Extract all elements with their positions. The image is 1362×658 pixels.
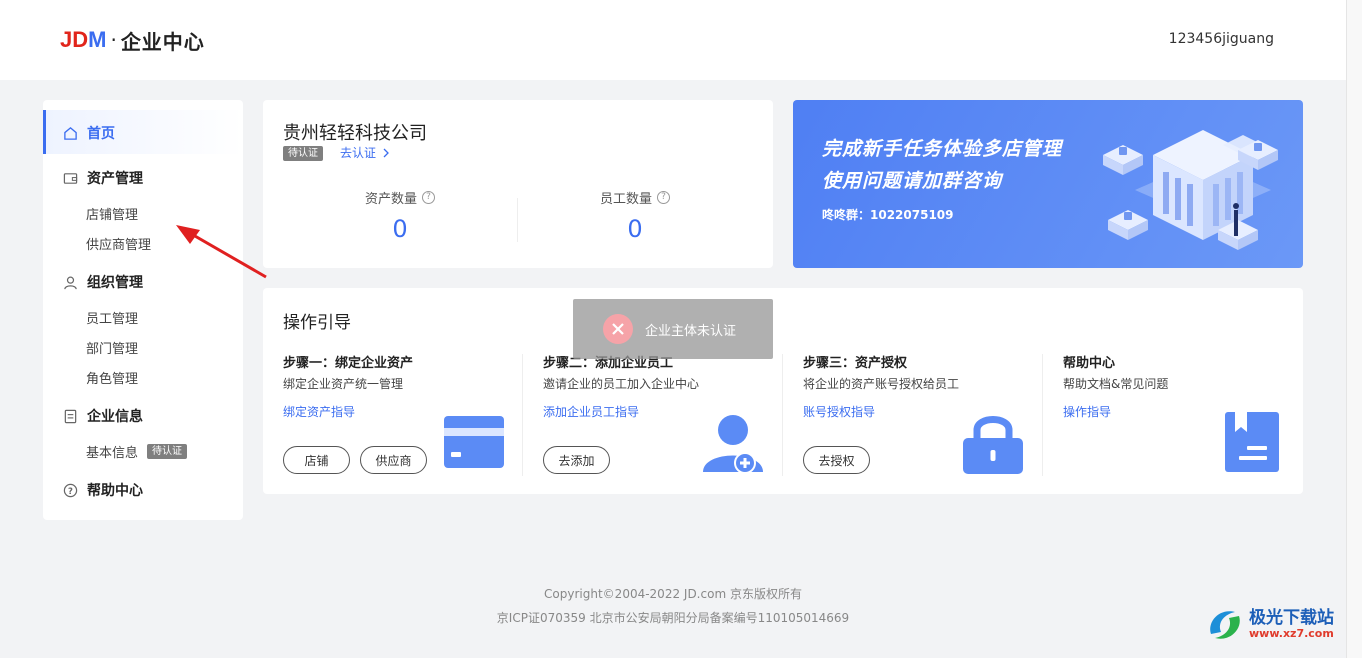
question-icon[interactable]: ? [657, 191, 670, 204]
employee-count-value[interactable]: 0 [535, 215, 735, 243]
company-card: 贵州轻轻科技公司 待认证 去认证 资产数量 ? 0 员工数量 ? 0 [263, 100, 773, 268]
step-title: 步骤三：资产授权 [803, 356, 908, 371]
sidebar-item-department-management[interactable]: 部门管理 [86, 338, 138, 357]
bookmark-book-icon [1225, 412, 1279, 472]
home-icon [63, 126, 78, 141]
logo-jd: JD [60, 27, 89, 52]
pending-verification-badge: 待认证 [147, 444, 188, 459]
sidebar-item-label: 资产管理 [87, 171, 143, 187]
sidebar-active-indicator [43, 110, 46, 154]
company-status-badge: 待认证 [283, 146, 323, 161]
sidebar: 首页 资产管理 店铺管理 供应商管理 组织管理 员工管理 部门管理 角色管理 企… [43, 100, 243, 520]
sidebar-item-label: 组织管理 [87, 275, 143, 291]
account-auth-guide-link[interactable]: 账号授权指导 [803, 403, 875, 420]
asset-count-stat: 资产数量 ? 0 [300, 188, 500, 243]
lock-icon [963, 416, 1023, 474]
add-employee-guide-link[interactable]: 添加企业员工指导 [543, 403, 639, 420]
store-button[interactable]: 店铺 [283, 446, 350, 474]
operation-guide-card: 操作引导 步骤一：绑定企业资产 绑定企业资产统一管理 绑定资产指导 店铺 供应商… [263, 288, 1303, 494]
logo-text: 企业中心 [120, 29, 205, 54]
operation-guide-link[interactable]: 操作指导 [1063, 403, 1111, 420]
authorize-button[interactable]: 去授权 [803, 446, 870, 474]
username[interactable]: 123456jiguang [1169, 31, 1274, 47]
watermark-name: 极光下载站 [1249, 607, 1334, 628]
sidebar-item-asset-management[interactable]: 资产管理 [63, 168, 143, 188]
banner-subheadline: 使用问题请加群咨询 [822, 170, 1003, 192]
guide-step-2: 步骤二：添加企业员工 邀请企业的员工加入企业中心 添加企业员工指导 去添加 [523, 352, 783, 476]
question-icon[interactable]: ? [422, 191, 435, 204]
step-desc: 将企业的资产账号授权给员工 [803, 377, 960, 391]
employee-count-stat: 员工数量 ? 0 [535, 188, 735, 243]
sidebar-item-label: 首页 [87, 126, 115, 142]
page-scrollbar[interactable] [1346, 0, 1362, 658]
guide-step-3: 步骤三：资产授权 将企业的资产账号授权给员工 账号授权指导 去授权 [783, 352, 1043, 476]
user-icon [63, 275, 78, 290]
watermark-logo-icon [1210, 611, 1240, 639]
employee-count-label: 员工数量 [599, 192, 652, 207]
bind-asset-guide-link[interactable]: 绑定资产指导 [283, 403, 355, 420]
credit-card-icon [444, 416, 504, 468]
sidebar-item-employee-management[interactable]: 员工管理 [86, 308, 138, 327]
sidebar-item-label: 企业信息 [87, 409, 143, 425]
banner-group-number: 咚咚群：1022075109 [822, 208, 954, 222]
asset-count-label: 资产数量 [364, 192, 417, 207]
add-user-icon [703, 415, 763, 474]
top-header: JD M · 企业中心 123456jiguang [0, 0, 1346, 80]
wallet-icon [63, 171, 78, 186]
sidebar-item-home[interactable]: 首页 [63, 123, 115, 143]
jd-enterprise-logo[interactable]: JD M · 企业中心 [60, 26, 205, 54]
logo-m: M [88, 27, 107, 52]
chevron-right-icon [380, 146, 390, 160]
sidebar-item-help-center[interactable]: ? 帮助中心 [63, 480, 143, 500]
logo-dot: · [110, 28, 117, 52]
step-desc: 绑定企业资产统一管理 [283, 377, 404, 391]
company-name: 贵州轻轻科技公司 [283, 123, 427, 144]
sidebar-item-basic-info[interactable]: 基本信息 待认证 [86, 442, 188, 461]
step-desc: 帮助文档&常见问题 [1063, 377, 1169, 391]
footer-copyright: Copyright©2004-2022 JD.com 京东版权所有 [544, 587, 802, 601]
annotation-arrow-icon [176, 225, 267, 279]
asset-count-value[interactable]: 0 [300, 215, 500, 243]
building-illustration-icon [1103, 130, 1278, 250]
sidebar-item-supplier-management[interactable]: 供应商管理 [86, 234, 151, 253]
guide-step-1: 步骤一：绑定企业资产 绑定企业资产统一管理 绑定资产指导 店铺 供应商 [263, 352, 523, 476]
supplier-button[interactable]: 供应商 [360, 446, 427, 474]
site-watermark: 极光下载站 www.xz7.com [1205, 604, 1334, 644]
watermark-url: www.xz7.com [1249, 626, 1334, 640]
error-toast: 企业主体未认证 [573, 299, 773, 359]
go-verify-link[interactable]: 去认证 [340, 144, 390, 161]
sidebar-item-label: 基本信息 [86, 446, 139, 461]
sidebar-item-enterprise-info[interactable]: 企业信息 [63, 406, 143, 426]
footer-icp[interactable]: 京ICP证070359 北京市公安局朝阳分局备案编号110105014669 [0, 609, 1346, 626]
step-title: 帮助中心 [1063, 356, 1116, 371]
sidebar-item-label: 帮助中心 [87, 483, 143, 499]
help-circle-icon: ? [63, 483, 78, 498]
close-circle-icon [603, 314, 633, 344]
step-title: 步骤一：绑定企业资产 [283, 356, 414, 371]
toast-message: 企业主体未认证 [645, 323, 737, 339]
promo-banner[interactable]: 完成新手任务体验多店管理 使用问题请加群咨询 咚咚群：1022075109 [793, 100, 1303, 268]
go-verify-label: 去认证 [340, 146, 377, 160]
svg-text:?: ? [68, 485, 73, 495]
sidebar-item-store-management[interactable]: 店铺管理 [86, 204, 138, 223]
banner-headline: 完成新手任务体验多店管理 [822, 138, 1063, 160]
sidebar-item-role-management[interactable]: 角色管理 [86, 368, 138, 387]
stat-divider [517, 198, 518, 242]
guide-step-help: 帮助中心 帮助文档&常见问题 操作指导 [1043, 352, 1303, 476]
add-button[interactable]: 去添加 [543, 446, 610, 474]
step-desc: 邀请企业的员工加入企业中心 [543, 377, 700, 391]
guide-title: 操作引导 [283, 313, 351, 333]
sidebar-item-org-management[interactable]: 组织管理 [63, 272, 143, 292]
document-icon [63, 409, 78, 424]
